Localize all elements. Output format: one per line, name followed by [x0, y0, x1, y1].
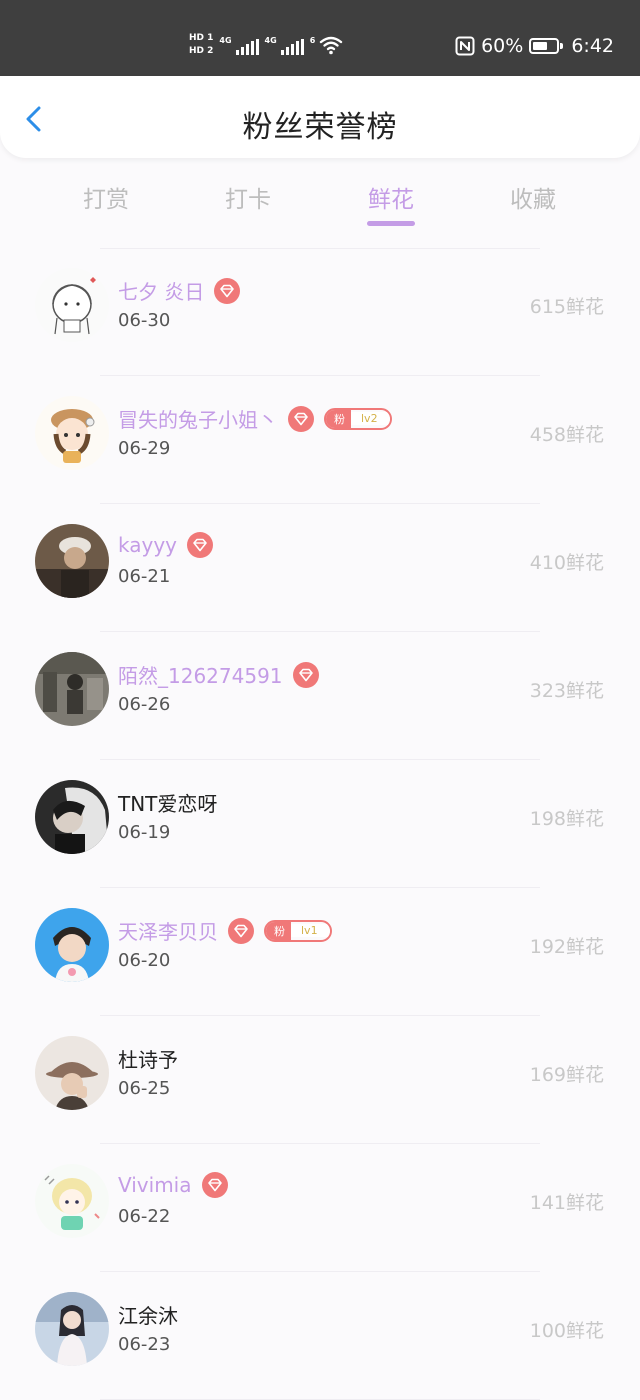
flower-count: 141鲜花: [529, 1192, 604, 1214]
hd2-label: HD 2: [189, 46, 214, 56]
diamond-badge-icon: [228, 917, 254, 944]
fan-level: lv1: [291, 924, 330, 937]
item-date: 06-29: [118, 438, 171, 459]
list-item[interactable]: 冒失的兔子小姐丶 粉 lv2 06-29 458鲜花: [0, 376, 640, 504]
user-name[interactable]: 七夕 炎日: [118, 276, 204, 305]
flower-count: 100鲜花: [529, 1320, 604, 1342]
battery-percent: 60%: [481, 35, 524, 57]
cartoon-hat-girl-avatar[interactable]: [35, 396, 109, 470]
photo-street-avatar[interactable]: [35, 652, 109, 726]
user-name[interactable]: kayyy: [118, 533, 177, 557]
flower-count: 458鲜花: [529, 424, 604, 446]
tab-flowers[interactable]: 鲜花: [336, 180, 446, 226]
tab-flowers-label: 鲜花: [368, 187, 414, 213]
hd1-label: HD 1: [189, 33, 214, 43]
status-right: 60% 6:42: [455, 33, 614, 59]
signal-2-icon: 4G: [265, 36, 304, 55]
fan-label: 粉: [266, 921, 291, 940]
item-date: 06-20: [118, 950, 171, 971]
name-row: 江余沐: [118, 1300, 178, 1329]
network-indicators: HD 1 HD 2 4G 4G 6: [189, 28, 343, 62]
fan-level-badge: 粉 lv2: [324, 407, 392, 430]
fan-label: 粉: [326, 409, 351, 428]
ranking-list: 七夕 炎日 06-30 615鲜花 冒失的兔子小姐丶 粉 lv2 06-29 45…: [0, 248, 640, 1400]
item-date: 06-30: [118, 310, 171, 331]
signal-1-icon: 4G: [219, 36, 259, 55]
name-row: 七夕 炎日: [118, 276, 241, 305]
item-date: 06-26: [118, 694, 171, 715]
battery-icon: [529, 38, 564, 54]
photo-cap-avatar[interactable]: [35, 524, 109, 598]
user-name[interactable]: Vivimia: [118, 1173, 192, 1197]
diamond-badge-icon: [292, 661, 319, 688]
name-row: Vivimia: [118, 1172, 228, 1198]
list-item[interactable]: 江余沐 06-23 100鲜花: [0, 1272, 640, 1400]
list-item[interactable]: 杜诗予 06-25 169鲜花: [0, 1016, 640, 1144]
photo-hat-avatar[interactable]: [35, 1036, 109, 1110]
fan-level: lv2: [351, 412, 390, 425]
item-date: 06-23: [118, 1334, 171, 1355]
app-header: 粉丝荣誉榜: [0, 76, 640, 158]
user-name[interactable]: 天泽李贝贝: [118, 916, 218, 945]
name-row: TNT爱恋呀: [118, 788, 217, 817]
user-name[interactable]: 杜诗予: [118, 1044, 178, 1073]
flower-count: 410鲜花: [529, 552, 604, 574]
cartoon-green-avatar[interactable]: [35, 1164, 109, 1238]
name-row: 杜诗予: [118, 1044, 178, 1073]
user-name[interactable]: 江余沐: [118, 1300, 178, 1329]
user-name[interactable]: 陌然_126274591: [118, 660, 283, 689]
flower-count: 323鲜花: [529, 680, 604, 702]
item-date: 06-19: [118, 822, 171, 843]
page-title: 粉丝荣誉榜: [242, 110, 398, 145]
list-item[interactable]: kayyy 06-21 410鲜花: [0, 504, 640, 632]
tab-checkin[interactable]: 打卡: [193, 180, 303, 214]
flower-count: 615鲜花: [529, 296, 604, 318]
clock: 6:42: [571, 35, 614, 57]
status-bar: HD 1 HD 2 4G 4G 6 60% 6:42: [0, 0, 640, 76]
item-date: 06-21: [118, 566, 171, 587]
cartoon-girl-avatar[interactable]: [35, 268, 109, 342]
user-name[interactable]: 冒失的兔子小姐丶: [118, 404, 278, 433]
name-row: 天泽李贝贝 粉 lv1: [118, 916, 332, 945]
photo-girl-avatar[interactable]: [35, 1292, 109, 1366]
list-item[interactable]: TNT爱恋呀 06-19 198鲜花: [0, 760, 640, 888]
photo-blue-avatar[interactable]: [35, 908, 109, 982]
user-name[interactable]: TNT爱恋呀: [118, 788, 217, 817]
name-row: 冒失的兔子小姐丶 粉 lv2: [118, 404, 392, 433]
diamond-badge-icon: [288, 405, 314, 432]
flower-count: 192鲜花: [529, 936, 604, 958]
flower-count: 169鲜花: [529, 1064, 604, 1086]
tab-bar: 打赏 打卡 鲜花 收藏: [0, 180, 640, 230]
item-date: 06-22: [118, 1206, 171, 1227]
tab-favorites[interactable]: 收藏: [478, 180, 588, 214]
tab-reward[interactable]: 打赏: [51, 180, 161, 214]
nfc-icon: [455, 36, 475, 56]
flower-count: 198鲜花: [529, 808, 604, 830]
photo-bw-avatar[interactable]: [35, 780, 109, 854]
diamond-badge-icon: [201, 1172, 228, 1198]
list-item[interactable]: 天泽李贝贝 粉 lv1 06-20 192鲜花: [0, 888, 640, 1016]
fan-level-badge: 粉 lv1: [264, 919, 332, 942]
item-date: 06-25: [118, 1078, 171, 1099]
diamond-badge-icon: [214, 277, 241, 304]
diamond-badge-icon: [187, 532, 213, 558]
list-item[interactable]: Vivimia 06-22 141鲜花: [0, 1144, 640, 1272]
name-row: kayyy: [118, 532, 213, 558]
name-row: 陌然_126274591: [118, 660, 319, 689]
active-tab-indicator: [367, 221, 415, 226]
wifi-icon: 6: [310, 35, 344, 55]
list-item[interactable]: 七夕 炎日 06-30 615鲜花: [0, 248, 640, 376]
list-item[interactable]: 陌然_126274591 06-26 323鲜花: [0, 632, 640, 760]
